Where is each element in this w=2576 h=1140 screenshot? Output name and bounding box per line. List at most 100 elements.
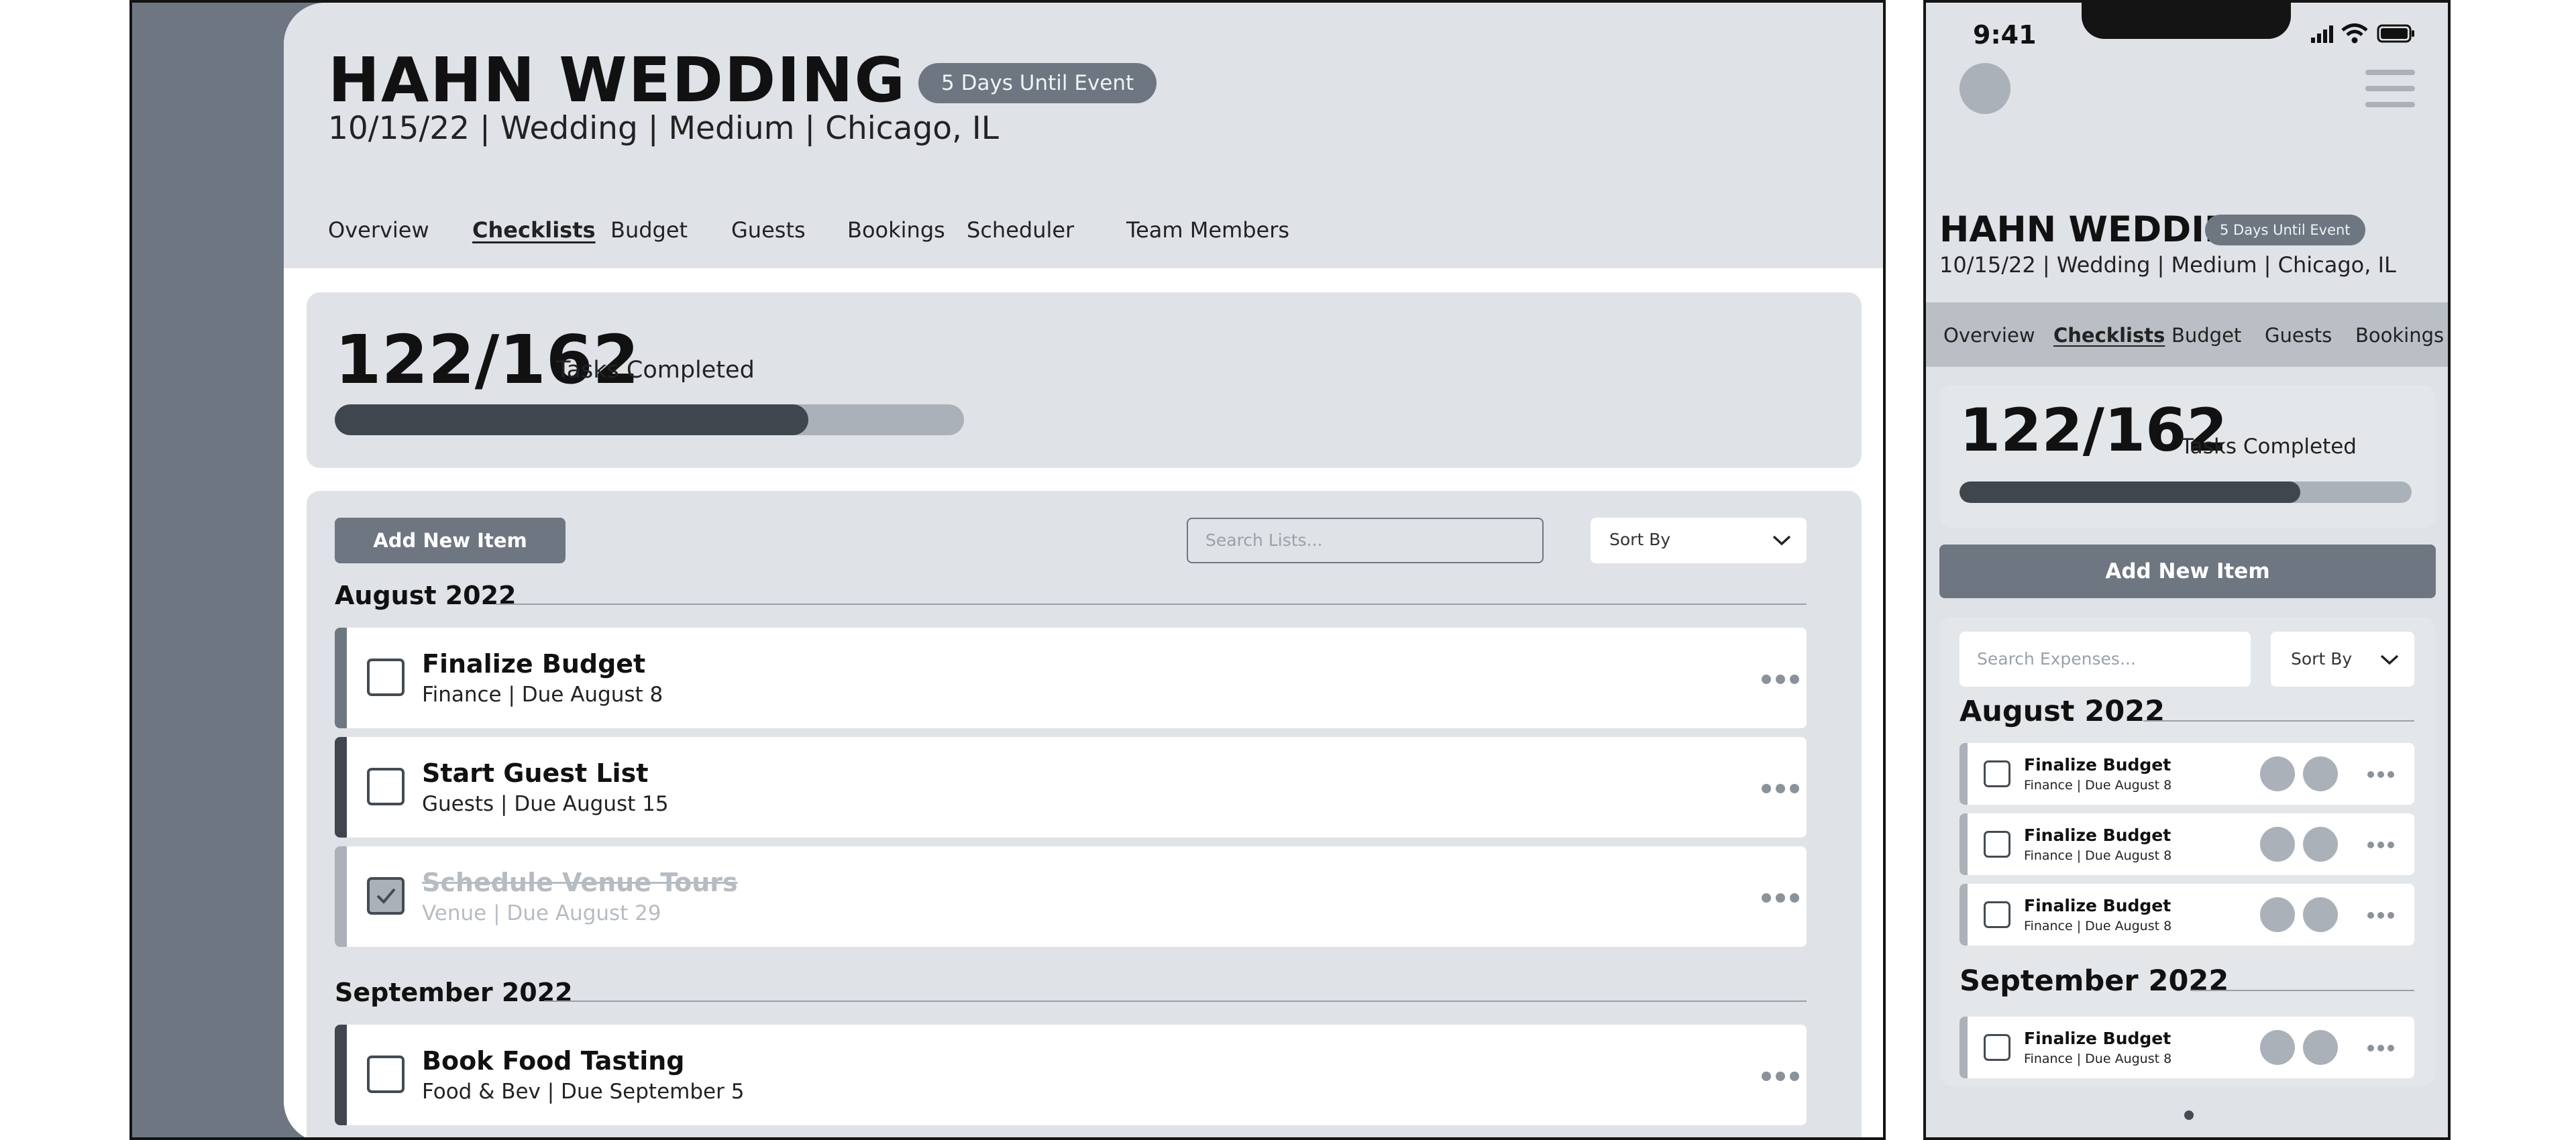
more-options-icon[interactable] <box>2367 842 2394 848</box>
progress-card: 122/162 Tasks Completed <box>307 292 1862 468</box>
category-bar <box>335 737 347 838</box>
category-bar <box>1960 1017 1968 1078</box>
checkmark-icon <box>376 888 396 904</box>
category-bar <box>335 628 347 728</box>
assignee-avatar <box>2260 897 2295 932</box>
progress-bar <box>335 404 964 435</box>
task-title: Finalize Budget <box>2024 896 2171 915</box>
list-item[interactable]: Start Guest List Guests | Due August 15 <box>335 737 1807 838</box>
tab-overview[interactable]: Overview <box>1943 324 2035 347</box>
task-meta: Guests | Due August 15 <box>422 792 669 816</box>
list-item[interactable]: Schedule Venue Tours Venue | Due August … <box>335 846 1807 947</box>
tab-guests[interactable]: Guests <box>2265 324 2332 347</box>
month-heading: September 2022 <box>335 978 573 1007</box>
list-item[interactable]: Finalize Budget Finance | Due August 8 <box>1960 743 2414 805</box>
tab-scheduler[interactable]: Scheduler <box>967 217 1074 243</box>
task-meta: Finance | Due August 8 <box>2024 848 2172 863</box>
sort-label: Sort By <box>1609 530 1671 549</box>
countdown-badge: 5 Days Until Event <box>918 63 1157 103</box>
desktop-main-panel: HAHN WEDDING 5 Days Until Event 10/15/22… <box>284 3 1883 1137</box>
desktop-frame: HAHN WEDDING 5 Days Until Event 10/15/22… <box>129 0 1886 1140</box>
more-options-icon[interactable] <box>1762 675 1799 684</box>
assignee-avatar <box>2303 897 2338 932</box>
assignee-avatar <box>2260 756 2295 791</box>
phone-notch <box>2082 3 2291 39</box>
countdown-badge: 5 Days Until Event <box>2205 215 2365 245</box>
tab-checklists[interactable]: Checklists <box>2053 324 2165 347</box>
tab-bookings[interactable]: Bookings <box>2355 324 2444 347</box>
mobile-frame: 9:41 HAHN WEDDING 5 Days Until Event 10/… <box>1923 0 2451 1140</box>
month-heading: September 2022 <box>1960 964 2229 998</box>
task-meta: Finance | Due August 8 <box>2024 919 2172 933</box>
assignee-avatar <box>2260 827 2295 862</box>
wifi-icon <box>2341 23 2368 44</box>
divider <box>496 604 1807 605</box>
progress-card: 122/162 Tasks Completed <box>1939 385 2436 528</box>
more-options-icon[interactable] <box>2367 1045 2394 1051</box>
sort-label: Sort By <box>2291 649 2353 669</box>
sort-dropdown[interactable]: Sort By <box>1591 518 1807 563</box>
task-meta: Finance | Due August 8 <box>422 683 663 707</box>
checklist-card: Search Expenses... Sort By August 2022 F… <box>1939 617 2436 1086</box>
task-checkbox[interactable] <box>1984 901 2010 928</box>
task-checkbox[interactable] <box>1984 1034 2010 1061</box>
avatar[interactable] <box>1960 63 2010 114</box>
divider <box>2143 720 2414 722</box>
tab-guests[interactable]: Guests <box>731 217 806 243</box>
chevron-down-icon <box>1772 535 1791 546</box>
mobile-tab-bar: Overview Checklists Budget Guests Bookin… <box>1926 302 2448 367</box>
checklist-card: Add New Item Search Lists... Sort By Aug… <box>307 491 1862 1137</box>
menu-icon[interactable] <box>2365 70 2415 107</box>
status-time: 9:41 <box>1973 20 2037 50</box>
search-input[interactable]: Search Expenses... <box>1960 632 2251 687</box>
category-bar <box>1960 743 1968 805</box>
tab-checklists[interactable]: Checklists <box>472 217 596 243</box>
month-heading: August 2022 <box>1960 695 2165 728</box>
tasks-label: Tasks Completed <box>2181 435 2357 459</box>
progress-bar <box>1960 481 2412 503</box>
list-item[interactable]: Finalize Budget Finance | Due August 8 <box>335 628 1807 728</box>
task-checkbox[interactable] <box>367 768 405 805</box>
task-checkbox[interactable] <box>1984 760 2010 787</box>
task-meta: Venue | Due August 29 <box>422 901 661 925</box>
task-checkbox[interactable] <box>367 1056 405 1093</box>
tab-budget[interactable]: Budget <box>2171 324 2241 347</box>
tab-bookings[interactable]: Bookings <box>847 217 945 243</box>
list-item[interactable]: Finalize Budget Finance | Due August 8 <box>1960 884 2414 946</box>
task-title: Finalize Budget <box>2024 825 2171 845</box>
sort-dropdown[interactable]: Sort By <box>2271 632 2414 687</box>
list-item[interactable]: Book Food Tasting Food & Bev | Due Septe… <box>335 1025 1807 1125</box>
task-checkbox[interactable] <box>367 659 405 696</box>
category-bar <box>335 846 347 947</box>
tasks-label: Tasks Completed <box>556 357 755 384</box>
chevron-down-icon <box>2380 654 2399 665</box>
progress-fill <box>335 404 809 435</box>
tab-overview[interactable]: Overview <box>328 217 429 243</box>
more-options-icon[interactable] <box>1762 784 1799 793</box>
task-title: Finalize Budget <box>2024 1029 2171 1048</box>
tab-budget[interactable]: Budget <box>610 217 688 243</box>
task-meta: Finance | Due August 8 <box>2024 1051 2172 1066</box>
category-bar <box>1960 884 1968 946</box>
add-new-item-button[interactable]: Add New Item <box>1939 545 2436 598</box>
event-subtitle: 10/15/22 | Wedding | Medium | Chicago, I… <box>328 110 999 147</box>
event-header: HAHN WEDDING 5 Days Until Event 10/15/22… <box>284 3 1883 268</box>
checklist-body: 122/162 Tasks Completed Add New Item Sea… <box>284 268 1883 1137</box>
more-options-icon[interactable] <box>1762 1072 1799 1081</box>
add-new-item-button[interactable]: Add New Item <box>335 518 566 563</box>
category-bar <box>335 1025 347 1125</box>
list-item[interactable]: Finalize Budget Finance | Due August 8 <box>1960 1017 2414 1078</box>
assignee-avatar <box>2303 827 2338 862</box>
task-title: Start Guest List <box>422 758 649 788</box>
tab-team-members[interactable]: Team Members <box>1126 217 1289 243</box>
more-options-icon[interactable] <box>2367 912 2394 919</box>
search-input[interactable]: Search Lists... <box>1187 518 1544 563</box>
category-bar <box>1960 813 1968 875</box>
more-options-icon[interactable] <box>1762 893 1799 903</box>
task-title: Finalize Budget <box>2024 755 2171 775</box>
more-options-icon[interactable] <box>2367 771 2394 778</box>
task-title: Schedule Venue Tours <box>422 868 738 897</box>
list-item[interactable]: Finalize Budget Finance | Due August 8 <box>1960 813 2414 875</box>
task-checkbox-checked[interactable] <box>367 877 405 915</box>
task-checkbox[interactable] <box>1984 831 2010 858</box>
